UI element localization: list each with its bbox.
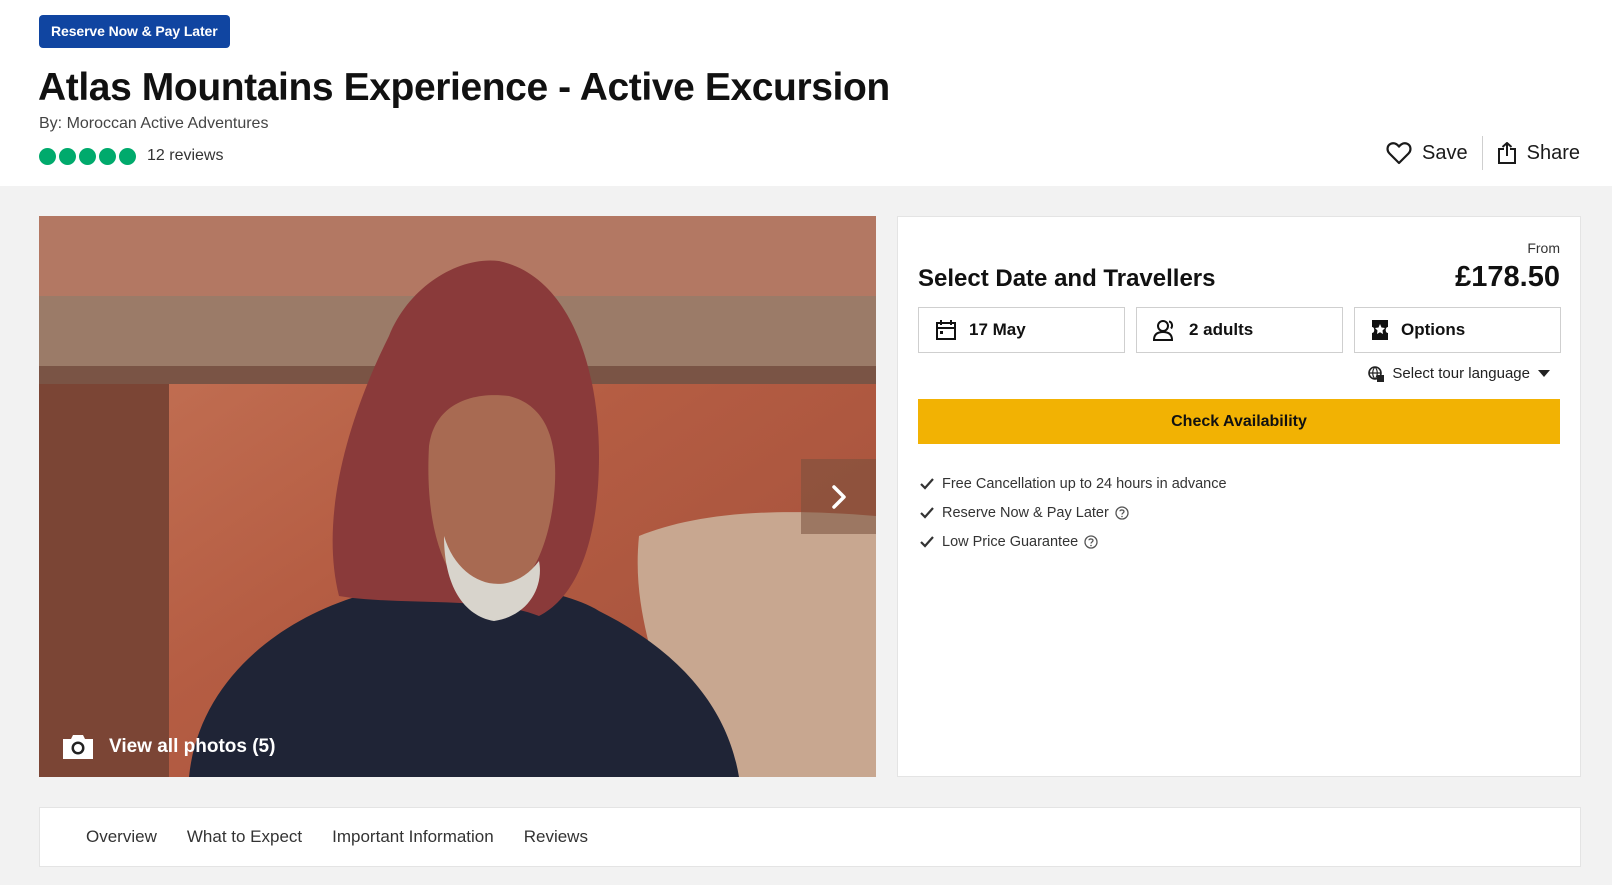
booking-panel: From £178.50 Select Date and Travellers …	[897, 216, 1581, 777]
section-tabs: Overview What to Expect Important Inform…	[39, 807, 1581, 867]
benefit-item: Free Cancellation up to 24 hours in adva…	[920, 469, 1227, 498]
tab-important-information[interactable]: Important Information	[332, 827, 494, 847]
product-header: Reserve Now & Pay Later Atlas Mountains …	[0, 0, 1612, 186]
photo-gallery[interactable]: View all photos (5)	[39, 216, 876, 777]
hero-photo	[39, 216, 876, 777]
save-label: Save	[1422, 141, 1468, 164]
tab-overview[interactable]: Overview	[86, 827, 157, 847]
calendar-icon	[936, 320, 956, 340]
benefit-item: Low Price Guarantee	[920, 527, 1227, 556]
rating-bubble-icon	[59, 147, 76, 165]
caret-down-icon	[1538, 369, 1550, 377]
tab-reviews[interactable]: Reviews	[524, 827, 588, 847]
benefit-item: Reserve Now & Pay Later	[920, 498, 1227, 527]
rating-bubble-icon	[39, 147, 56, 165]
travellers-selector[interactable]: 2 adults	[1136, 307, 1343, 353]
camera-icon	[63, 735, 93, 759]
chevron-right-icon	[831, 484, 846, 509]
header-actions: Save Share	[1386, 135, 1580, 171]
view-all-photos-button[interactable]: View all photos (5)	[61, 733, 275, 761]
from-label: From	[1527, 240, 1560, 256]
price: £178.50	[1455, 261, 1560, 293]
tour-language-select[interactable]: Select tour language	[1368, 365, 1550, 382]
benefits-list: Free Cancellation up to 24 hours in adva…	[920, 469, 1227, 556]
next-photo-button[interactable]	[801, 459, 876, 534]
checkmark-icon	[920, 535, 934, 548]
booking-title: Select Date and Travellers	[918, 265, 1216, 292]
view-photos-label: View all photos (5)	[109, 736, 276, 757]
travellers-value: 2 adults	[1189, 320, 1254, 339]
rating-summary: 12 reviews	[39, 147, 223, 165]
options-value: Options	[1401, 320, 1466, 339]
save-button[interactable]: Save	[1386, 141, 1468, 165]
help-icon[interactable]	[1084, 534, 1098, 549]
ticket-icon	[1372, 320, 1388, 340]
date-value: 17 May	[969, 320, 1026, 339]
benefit-label: Free Cancellation up to 24 hours in adva…	[942, 475, 1227, 492]
rating-bubble-icon	[99, 147, 116, 165]
benefit-label: Low Price Guarantee	[942, 533, 1079, 550]
share-label: Share	[1526, 141, 1580, 164]
actions-divider	[1481, 136, 1483, 170]
checkmark-icon	[920, 506, 934, 519]
check-availability-button[interactable]: Check Availability	[918, 399, 1560, 444]
tab-what-to-expect[interactable]: What to Expect	[187, 827, 302, 847]
rating-bubble-icon	[119, 147, 136, 165]
share-button[interactable]: Share	[1497, 142, 1580, 165]
share-icon	[1497, 142, 1516, 164]
reserve-badge: Reserve Now & Pay Later	[39, 15, 230, 48]
date-selector[interactable]: 17 May	[918, 307, 1125, 353]
booking-selectors: 17 May 2 adults Options	[918, 307, 1561, 353]
person-icon	[1153, 320, 1174, 341]
rating-bubble-icon	[79, 147, 96, 165]
benefit-label: Reserve Now & Pay Later	[942, 504, 1109, 521]
checkmark-icon	[920, 477, 934, 490]
options-selector[interactable]: Options	[1354, 307, 1561, 353]
operator-byline: By: Moroccan Active Adventures	[39, 115, 269, 132]
language-icon	[1368, 365, 1385, 382]
help-icon[interactable]	[1115, 505, 1129, 520]
reviews-link[interactable]: 12 reviews	[147, 147, 223, 165]
heart-icon	[1386, 142, 1412, 165]
tour-language-label: Select tour language	[1392, 365, 1530, 382]
page-title: Atlas Mountains Experience - Active Excu…	[38, 66, 890, 109]
